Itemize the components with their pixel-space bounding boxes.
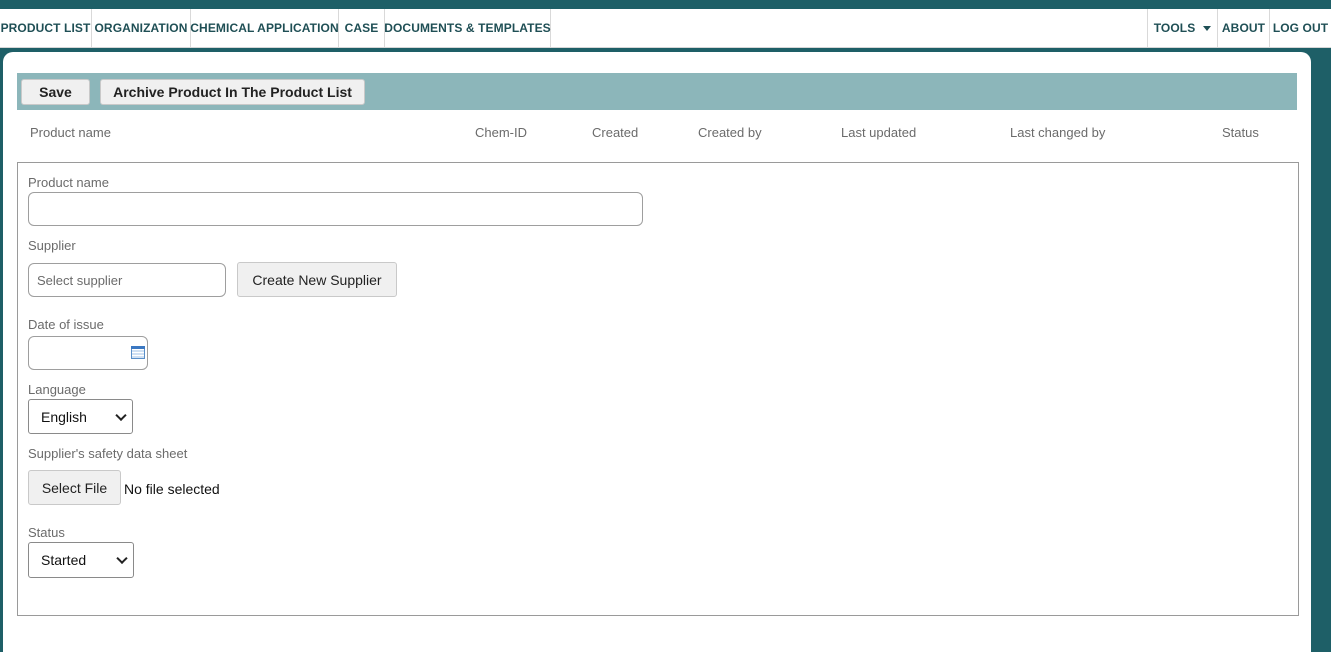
- product-form: Product name Supplier Select supplier Cr…: [17, 162, 1299, 616]
- nav-tools-label: TOOLS: [1153, 21, 1196, 35]
- date-of-issue-input[interactable]: [28, 336, 148, 370]
- nav-tools[interactable]: TOOLS: [1147, 9, 1217, 47]
- date-of-issue-label: Date of issue: [28, 317, 104, 332]
- column-created-by: Created by: [698, 125, 762, 140]
- status-select[interactable]: Started: [28, 542, 134, 578]
- chevron-down-icon: [115, 409, 127, 421]
- language-select[interactable]: English: [28, 399, 133, 434]
- nav-logout[interactable]: LOG OUT: [1269, 9, 1331, 47]
- column-chem-id: Chem-ID: [475, 125, 528, 140]
- nav-product-list[interactable]: PRODUCT LIST: [0, 9, 92, 47]
- archive-product-button[interactable]: Archive Product In The Product List: [100, 79, 365, 105]
- column-last-changed-by: Last changed by: [1010, 125, 1106, 140]
- status-selected-value: Started: [41, 552, 87, 568]
- nav-case[interactable]: CASE: [339, 9, 385, 47]
- save-button[interactable]: Save: [21, 79, 90, 105]
- product-name-input[interactable]: [28, 192, 643, 226]
- sds-label: Supplier's safety data sheet: [28, 446, 188, 461]
- top-strip: [0, 0, 1331, 9]
- no-file-selected-text: No file selected: [124, 481, 220, 497]
- supplier-label: Supplier: [28, 238, 76, 253]
- language-label: Language: [28, 382, 86, 397]
- nav-organization[interactable]: ORGANIZATION: [92, 9, 191, 47]
- create-new-supplier-button[interactable]: Create New Supplier: [237, 262, 397, 297]
- nav-about[interactable]: ABOUT: [1217, 9, 1269, 47]
- action-toolbar: Save Archive Product In The Product List: [17, 73, 1297, 110]
- select-file-button[interactable]: Select File: [28, 470, 121, 505]
- chevron-down-icon: [116, 552, 128, 565]
- language-selected-value: English: [41, 408, 87, 425]
- product-name-label: Product name: [28, 175, 109, 190]
- chevron-down-icon: [1203, 26, 1212, 31]
- nav-chemical-application[interactable]: CHEMICAL APPLICATION: [190, 9, 339, 47]
- nav-documents-templates[interactable]: DOCUMENTS & TEMPLATES: [384, 9, 551, 47]
- calendar-icon[interactable]: [131, 346, 145, 359]
- status-label: Status: [28, 525, 65, 540]
- supplier-input[interactable]: Select supplier: [28, 263, 226, 297]
- column-created: Created: [592, 125, 639, 140]
- column-status: Status: [1222, 125, 1259, 140]
- column-last-updated: Last updated: [841, 125, 917, 140]
- product-panel: Save Archive Product In The Product List…: [3, 52, 1311, 652]
- column-product-name: Product name: [30, 125, 111, 140]
- top-navbar: PRODUCT LIST ORGANIZATION CHEMICAL APPLI…: [0, 9, 1331, 48]
